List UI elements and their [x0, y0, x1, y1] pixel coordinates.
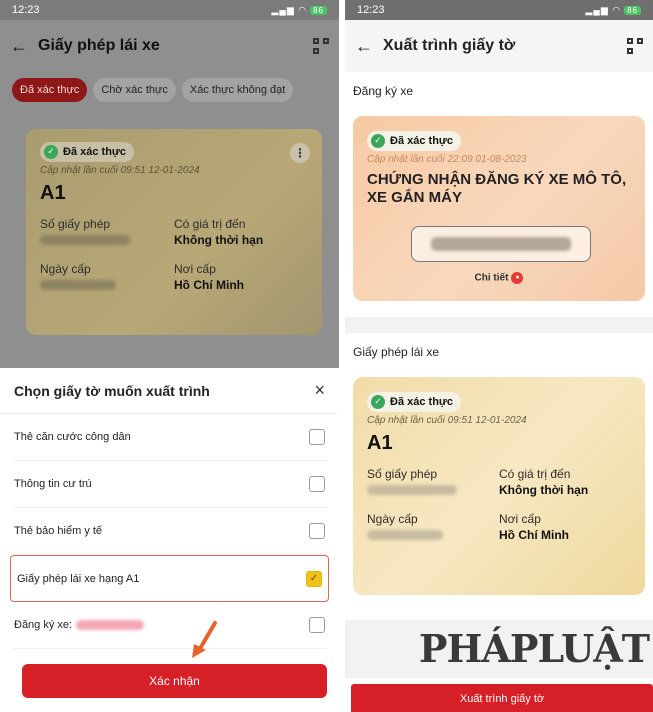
- status-icons: ▂▄▆ ◠ 86: [586, 5, 641, 16]
- tab-verified[interactable]: Đã xác thực: [12, 78, 88, 102]
- verified-badge-label: Đã xác thực: [63, 145, 126, 158]
- watermark-band: PHÁPLUẬT: [345, 620, 653, 678]
- battery-icon: 86: [310, 5, 327, 15]
- option-driving-license[interactable]: Giấy phép lái xe hạng A1 ✓: [10, 555, 329, 602]
- driving-license-section: Giấy phép lái xe: [353, 345, 440, 359]
- valid-until-label: Có giá trị đến: [499, 466, 571, 481]
- option-label: Thẻ bảo hiểm y tế: [14, 525, 103, 537]
- last-updated: Cập nhật lần cuối 09:51 12-01-2024: [40, 164, 200, 176]
- verified-badge-label: Đã xác thực: [390, 134, 453, 147]
- license-no-label: Số giấy phép: [367, 466, 438, 481]
- status-bar: 12:23 ▂▄▆ ◠ 86: [345, 0, 653, 20]
- sheet-title: Chọn giấy tờ muốn xuất trình: [14, 382, 210, 399]
- app-bar: ← Giấy phép lái xe: [0, 20, 339, 72]
- pointer-arrow-icon: [192, 621, 217, 658]
- license-card[interactable]: ✓ Đã xác thực ⋮ Cập nhật lần cuối 09:51 …: [26, 129, 322, 335]
- vehicle-registration-section: Đăng ký xe: [353, 84, 414, 98]
- check-circle-icon: ✓: [44, 144, 58, 159]
- last-updated: Cập nhật lần cuối 22:09 01-08-2023: [367, 153, 527, 165]
- confirm-button[interactable]: Xác nhận: [22, 664, 327, 698]
- issue-place-value: Hồ Chí Minh: [174, 277, 244, 292]
- verified-badge: ✓ Đã xác thực: [367, 130, 461, 151]
- verified-badge: ✓ Đã xác thực: [367, 391, 461, 412]
- page-title: Giấy phép lái xe: [38, 37, 160, 54]
- valid-until-label: Có giá trị đến: [174, 216, 246, 231]
- detail-label: Chi tiết: [474, 272, 509, 284]
- app-bar: ← Xuất trình giấy tờ: [345, 20, 653, 72]
- status-time: 12:23: [357, 4, 385, 16]
- valid-until-value: Không thời hạn: [499, 482, 589, 497]
- registration-title: CHỨNG NHẬN ĐĂNG KÝ XE MÔ TÔ, XE GẮN MÁY: [367, 170, 627, 206]
- issue-place-label: Nơi cấp: [499, 511, 541, 526]
- section-divider: [345, 317, 653, 333]
- issue-date-label: Ngày cấp: [367, 511, 418, 526]
- option-citizen-id[interactable]: Thẻ căn cước công dân: [12, 414, 327, 461]
- back-arrow-icon[interactable]: ←: [355, 36, 373, 57]
- status-bar: 12:23 ▂▄▆ ◠ 86: [0, 0, 339, 20]
- license-class: A1: [40, 181, 66, 204]
- license-class: A1: [367, 431, 393, 454]
- document-select-sheet: Chọn giấy tờ muốn xuất trình × Thẻ căn c…: [0, 368, 339, 712]
- right-screen: 12:23 ▂▄▆ ◠ 86 ← Xuất trình giấy tờ Đăng…: [345, 0, 653, 712]
- present-documents-button[interactable]: Xuất trình giấy tờ: [351, 684, 653, 712]
- back-arrow-icon[interactable]: ←: [10, 36, 28, 57]
- verified-badge: ✓ Đã xác thực: [40, 141, 134, 162]
- dimmed-background: Đã xác thực Chờ xác thực Xác thực không …: [0, 72, 339, 368]
- redacted-issue-date: [367, 529, 443, 540]
- issue-place-value: Hồ Chí Minh: [499, 527, 569, 542]
- redacted-issue-date: [40, 279, 116, 290]
- license-details: Số giấy phép Có giá trị đến Không thời h…: [40, 217, 308, 293]
- license-no-label: Số giấy phép: [40, 216, 111, 231]
- eye-icon: ●: [511, 272, 524, 284]
- detail-link[interactable]: Chi tiết ●: [353, 272, 645, 284]
- check-circle-icon: ✓: [371, 133, 385, 148]
- status-time: 12:23: [12, 4, 40, 16]
- qr-code-icon[interactable]: [627, 38, 643, 54]
- redacted-plate: [431, 237, 571, 251]
- status-icons: ▂▄▆ ◠ 86: [272, 5, 327, 16]
- status-tabs: Đã xác thực Chờ xác thực Xác thực không …: [0, 72, 339, 102]
- redacted-license-no: [367, 484, 457, 495]
- sheet-header: Chọn giấy tờ muốn xuất trình ×: [0, 368, 339, 414]
- checkbox-checked-icon[interactable]: ✓: [306, 570, 322, 587]
- checkbox-icon[interactable]: [309, 523, 325, 539]
- checkbox-icon[interactable]: [309, 476, 325, 492]
- checkbox-icon[interactable]: [309, 617, 325, 633]
- watermark-text: PHÁPLUẬT: [418, 626, 650, 671]
- redacted-plate: [76, 620, 145, 630]
- license-details: Số giấy phép Có giá trị đến Không thời h…: [367, 467, 631, 543]
- option-vehicle-registration[interactable]: Đăng ký xe:: [12, 602, 327, 649]
- last-updated: Cập nhật lần cuối 09:51 12-01-2024: [367, 414, 527, 426]
- left-screen: 12:23 ▂▄▆ ◠ 86 ← Giấy phép lái xe Đã xác…: [0, 0, 339, 712]
- more-icon[interactable]: ⋮: [290, 143, 310, 163]
- license-card[interactable]: ✓ Đã xác thực Cập nhật lần cuối 09:51 12…: [353, 377, 645, 595]
- qr-code-icon[interactable]: [313, 38, 329, 54]
- close-icon[interactable]: ×: [314, 380, 325, 401]
- option-residence[interactable]: Thông tin cư trú: [12, 461, 327, 508]
- option-label: Thẻ căn cước công dân: [14, 431, 131, 443]
- checkbox-icon[interactable]: [309, 429, 325, 445]
- option-label: Thông tin cư trú: [14, 478, 92, 490]
- redacted-license-no: [40, 234, 130, 245]
- check-circle-icon: ✓: [371, 394, 385, 409]
- tab-pending[interactable]: Chờ xác thực: [93, 78, 176, 102]
- option-label: Giấy phép lái xe hạng A1: [17, 572, 140, 585]
- watermark-logo: PHÁPLUẬT: [418, 626, 650, 671]
- issue-place-label: Nơi cấp: [174, 261, 216, 276]
- issue-date-label: Ngày cấp: [40, 261, 91, 276]
- option-label: Đăng ký xe:: [14, 619, 73, 631]
- vehicle-registration-card[interactable]: ✓ Đã xác thực Cập nhật lần cuối 22:09 01…: [353, 116, 645, 301]
- page-title: Xuất trình giấy tờ: [383, 37, 516, 54]
- battery-icon: 86: [624, 5, 641, 15]
- valid-until-value: Không thời hạn: [174, 232, 264, 247]
- verified-badge-label: Đã xác thực: [390, 395, 453, 408]
- license-plate-box: [411, 226, 591, 262]
- option-health-insurance[interactable]: Thẻ bảo hiểm y tế: [12, 508, 327, 555]
- tab-failed[interactable]: Xác thực không đạt: [181, 78, 294, 102]
